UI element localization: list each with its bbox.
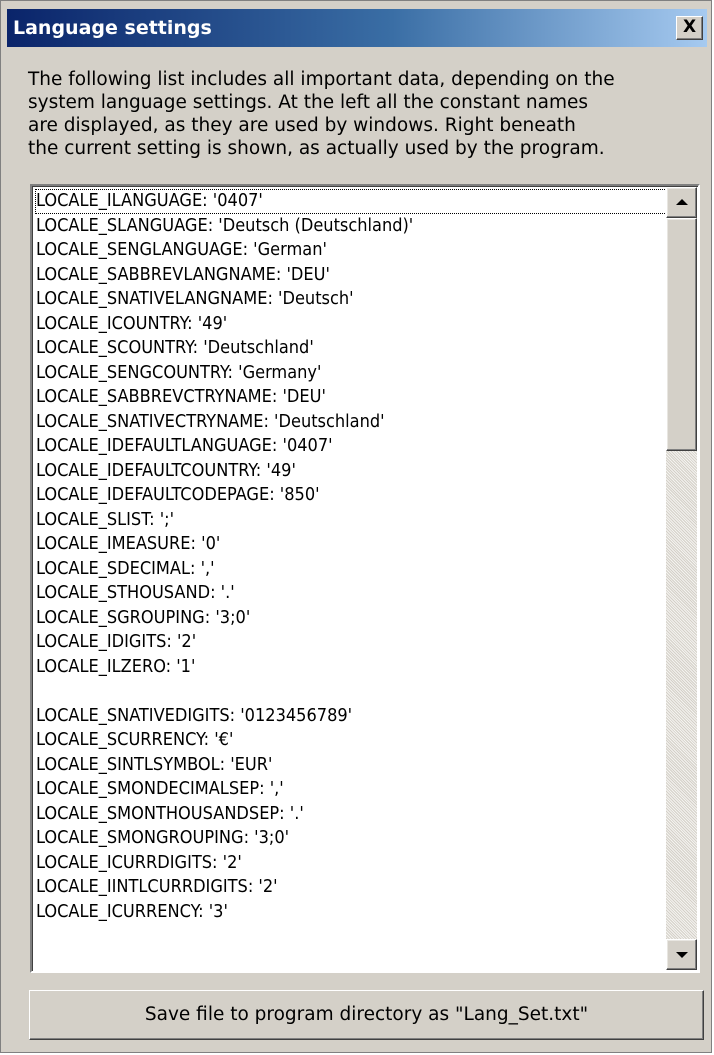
list-item[interactable]: LOCALE_SNATIVEDIGITS: '0123456789' xyxy=(35,704,667,729)
list-item[interactable]: LOCALE_STHOUSAND: '.' xyxy=(35,581,667,606)
list-item[interactable]: LOCALE_IDEFAULTCOUNTRY: '49' xyxy=(35,459,667,484)
list-item[interactable]: LOCALE_SCOUNTRY: 'Deutschland' xyxy=(35,336,667,361)
list-item[interactable]: LOCALE_SCURRENCY: '€' xyxy=(35,728,667,753)
list-item[interactable]: LOCALE_IDEFAULTCODEPAGE: '850' xyxy=(35,483,667,508)
close-button[interactable]: X xyxy=(676,16,703,40)
list-item[interactable]: LOCALE_SINTLSYMBOL: 'EUR' xyxy=(35,753,667,778)
list-item-blank[interactable] xyxy=(35,679,667,704)
list-item[interactable]: LOCALE_SABBREVLANGNAME: 'DEU' xyxy=(35,263,667,288)
list-item[interactable]: LOCALE_ILANGUAGE: '0407' xyxy=(35,189,667,214)
list-item[interactable]: LOCALE_ICURRENCY: '3' xyxy=(35,900,667,925)
scroll-down-button[interactable] xyxy=(666,939,697,970)
save-file-button[interactable]: Save file to program directory as "Lang_… xyxy=(29,990,704,1040)
list-item[interactable]: LOCALE_SGROUPING: '3;0' xyxy=(35,606,667,631)
list-item[interactable]: LOCALE_SNATIVECTRYNAME: 'Deutschland' xyxy=(35,410,667,435)
locale-settings-listbox[interactable]: LOCALE_ILANGUAGE: '0407' LOCALE_SLANGUAGE… xyxy=(30,184,700,973)
list-item[interactable]: LOCALE_SDECIMAL: ',' xyxy=(35,557,667,582)
language-settings-dialog: Language settings X The following list i… xyxy=(0,0,712,1053)
list-item[interactable]: LOCALE_IINTLCURRDIGITS: '2' xyxy=(35,875,667,900)
list-item[interactable]: LOCALE_SMONDECIMALSEP: ',' xyxy=(35,777,667,802)
list-item[interactable]: LOCALE_SENGCOUNTRY: 'Germany' xyxy=(35,361,667,386)
arrow-down-icon xyxy=(676,952,688,958)
list-item[interactable]: LOCALE_SABBREVCTRYNAME: 'DEU' xyxy=(35,385,667,410)
arrow-up-icon xyxy=(676,199,688,205)
title-bar[interactable]: Language settings X xyxy=(7,9,707,47)
description-text: The following list includes all importan… xyxy=(28,69,615,159)
list-item[interactable]: LOCALE_ICOUNTRY: '49' xyxy=(35,312,667,337)
window-title: Language settings xyxy=(13,17,212,39)
list-item[interactable]: LOCALE_SENGLANGUAGE: 'German' xyxy=(35,238,667,263)
list-item[interactable]: LOCALE_SMONTHOUSANDSEP: '.' xyxy=(35,802,667,827)
vertical-scrollbar[interactable] xyxy=(666,187,697,970)
list-item[interactable]: LOCALE_ICURRDIGITS: '2' xyxy=(35,851,667,876)
list-item[interactable]: LOCALE_IDIGITS: '2' xyxy=(35,630,667,655)
close-icon: X xyxy=(682,17,697,37)
list-item[interactable]: LOCALE_SNATIVELANGNAME: 'Deutsch' xyxy=(35,287,667,312)
list-item[interactable]: LOCALE_SLIST: ';' xyxy=(35,508,667,533)
list-item[interactable]: LOCALE_IMEASURE: '0' xyxy=(35,532,667,557)
scrollbar-thumb[interactable] xyxy=(666,218,697,451)
list-item[interactable]: LOCALE_SMONGROUPING: '3;0' xyxy=(35,826,667,851)
scroll-up-button[interactable] xyxy=(666,187,697,218)
locale-settings-list[interactable]: LOCALE_ILANGUAGE: '0407' LOCALE_SLANGUAGE… xyxy=(35,189,667,924)
list-item[interactable]: LOCALE_SLANGUAGE: 'Deutsch (Deutschland)… xyxy=(35,214,667,239)
list-item[interactable]: LOCALE_IDEFAULTLANGUAGE: '0407' xyxy=(35,434,667,459)
list-item[interactable]: LOCALE_ILZERO: '1' xyxy=(35,655,667,680)
